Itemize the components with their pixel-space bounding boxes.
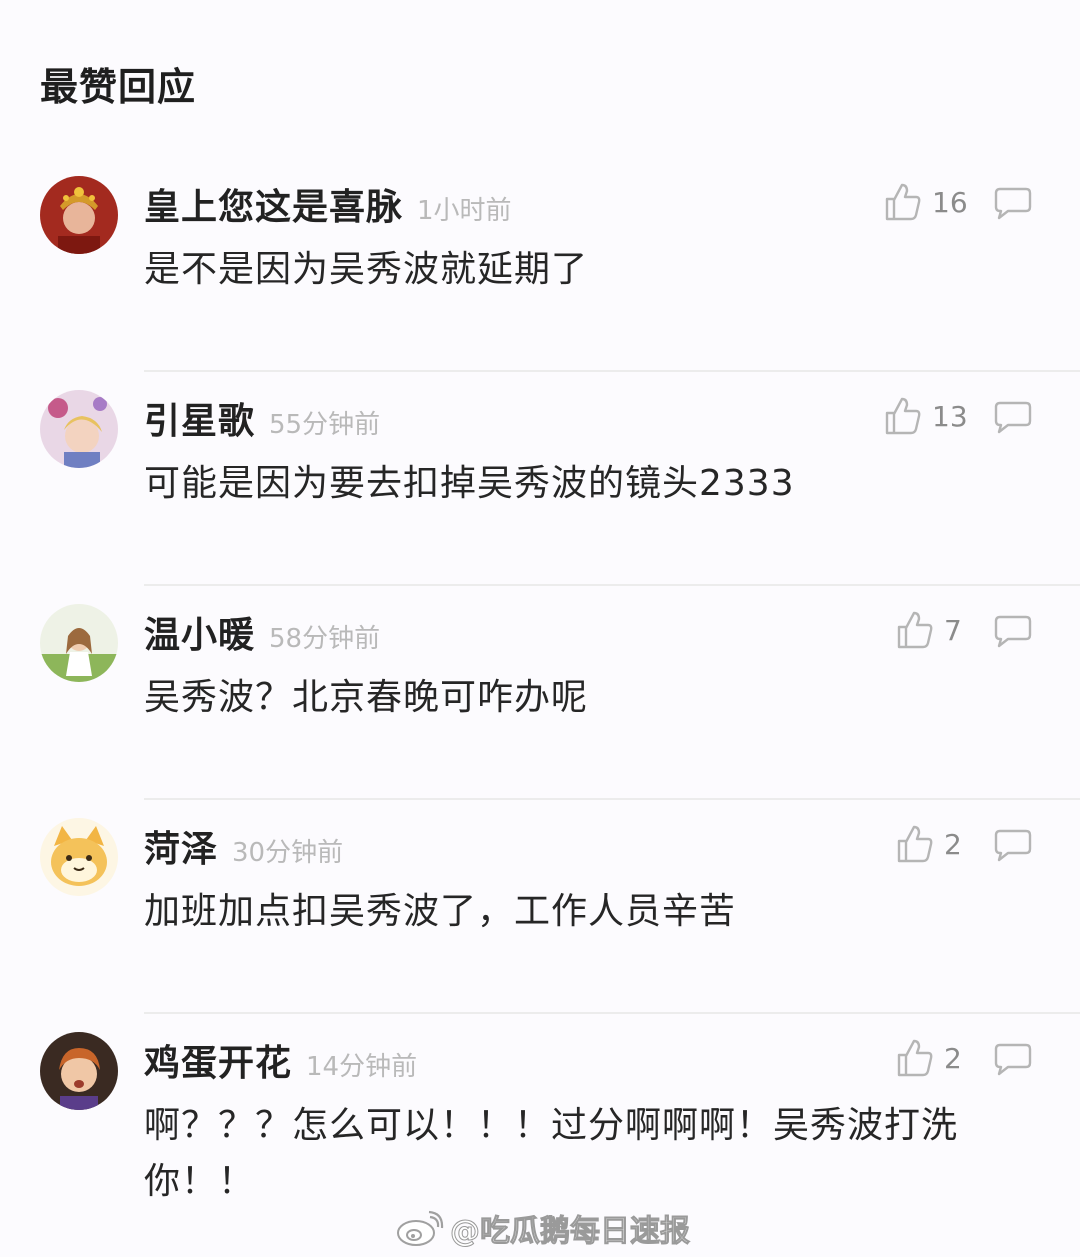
like-button[interactable]: 7 (896, 610, 962, 650)
like-count: 2 (944, 1041, 962, 1075)
comment-bubble-icon (994, 615, 1032, 648)
comment-text: 可能是因为要去扣掉吴秀波的镜头2333 (144, 463, 795, 504)
timestamp: 14分钟前 (306, 1052, 418, 1082)
thumbs-up-icon (897, 611, 933, 649)
comment-bubble-icon (994, 401, 1032, 434)
like-count: 16 (932, 185, 968, 219)
like-count: 7 (944, 613, 962, 647)
comment-item: 皇上您这是喜脉 1小时前 16 是不是因为吴秀波就延期了 (0, 158, 1080, 372)
avatar[interactable] (40, 604, 118, 682)
comment-text: 加班加点扣吴秀波了，工作人员辛苦 (144, 891, 737, 932)
like-button[interactable]: 2 (896, 1038, 962, 1078)
avatar[interactable] (40, 818, 118, 896)
comment-item: 菏泽 30分钟前 2 加班加点扣吴秀波了，工作人员辛苦 (0, 800, 1080, 1014)
reply-button[interactable] (994, 828, 1032, 862)
timestamp: 1小时前 (417, 196, 512, 226)
username[interactable]: 引星歌 (144, 392, 255, 444)
thumbs-up-icon (885, 183, 921, 221)
comment-bubble-icon (994, 829, 1032, 862)
username[interactable]: 鸡蛋开花 (144, 1034, 292, 1086)
like-button[interactable]: 13 (884, 396, 968, 436)
avatar[interactable] (40, 176, 118, 254)
weibo-logo-icon (397, 1210, 444, 1246)
timestamp: 55分钟前 (269, 410, 381, 440)
thumbs-up-icon (897, 825, 933, 863)
timestamp: 30分钟前 (232, 838, 344, 868)
like-count: 2 (944, 827, 962, 861)
comment-item: 温小暖 58分钟前 7 吴秀波？北京春晚可咋办呢 (0, 586, 1080, 800)
comment-text: 吴秀波？北京春晚可咋办呢 (144, 677, 589, 718)
like-count: 13 (932, 399, 968, 433)
username[interactable]: 温小暖 (144, 606, 255, 658)
reply-button[interactable] (994, 186, 1032, 220)
section-title: 最赞回应 (40, 65, 197, 109)
like-button[interactable]: 2 (896, 824, 962, 864)
comment-item: 引星歌 55分钟前 13 可能是因为要去扣掉吴秀波的镜头2333 (0, 372, 1080, 586)
username[interactable]: 菏泽 (144, 820, 218, 872)
thumbs-up-icon (885, 397, 921, 435)
like-button[interactable]: 16 (884, 182, 968, 222)
reply-button[interactable] (994, 1042, 1032, 1076)
username[interactable]: 皇上您这是喜脉 (144, 178, 403, 230)
comment-bubble-icon (994, 1043, 1032, 1076)
watermark: @吃瓜鹅每日速报 (396, 1206, 691, 1250)
avatar[interactable] (40, 390, 118, 468)
comment-bubble-icon (994, 187, 1032, 220)
timestamp: 58分钟前 (269, 624, 381, 654)
comment-text: 啊？？？怎么可以！！！过分啊啊啊！吴秀波打洗你！！ (144, 1105, 959, 1202)
thumbs-up-icon (897, 1039, 933, 1077)
avatar[interactable] (40, 1032, 118, 1110)
reply-button[interactable] (994, 400, 1032, 434)
comment-text: 是不是因为吴秀波就延期了 (144, 249, 589, 290)
watermark-text: @吃瓜鹅每日速报 (450, 1214, 691, 1250)
reply-button[interactable] (994, 614, 1032, 648)
